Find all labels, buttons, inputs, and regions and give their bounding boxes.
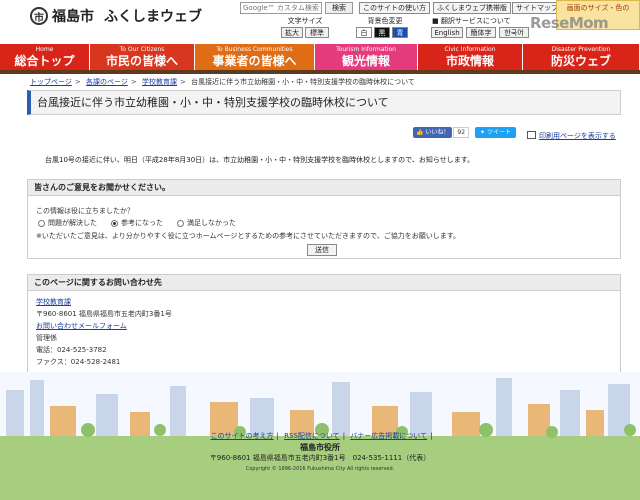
- nav-underline: [0, 70, 640, 74]
- site-logo[interactable]: 市 福島市 ふくしまウェブ: [30, 5, 202, 27]
- feedback-heading: 皆さんのご意見をお聞かせください。: [28, 180, 620, 196]
- page-title-box: 台風接近に伴う市立幼稚園・小・中・特別支援学校の臨時休校について: [27, 90, 621, 115]
- contact-fax: ファクス：024-528-2481: [36, 358, 121, 366]
- option-unsatisfied-label: 満足しなかった: [187, 219, 236, 227]
- option-helpful[interactable]: 参考になった: [111, 218, 163, 228]
- breadcrumb-depts[interactable]: 各課のページ: [86, 78, 128, 86]
- option-solved[interactable]: 問題が解決した: [38, 218, 97, 228]
- nav-item-0[interactable]: Home 総合トップ: [0, 44, 90, 70]
- footer-copyright: Copyright © 1996-2016 Fukushima City All…: [245, 466, 395, 472]
- contact-phone: 電話：024-525-3782: [36, 346, 107, 354]
- nav-item-jp: 市政情報: [445, 54, 494, 68]
- nav-item-jp: 総合トップ: [14, 54, 75, 68]
- twitter-bird-icon: ✦: [480, 129, 486, 136]
- option-unsatisfied[interactable]: 満足しなかった: [177, 218, 236, 228]
- feedback-submit-button[interactable]: 送信: [307, 244, 337, 256]
- nav-item-en: Civic Information: [444, 46, 496, 53]
- nav-item-jp: 観光情報: [341, 54, 390, 68]
- feedback-note: ※いただいたご意見は、より分かりやすく役に立つホームページとするための参考にさせ…: [36, 232, 461, 240]
- bg-blue-button[interactable]: 青: [392, 27, 408, 38]
- page-title: 台風接近に伴う市立幼稚園・小・中・特別支援学校の臨時休校について: [37, 96, 389, 109]
- nav-item-jp: 市民の皆様へ: [105, 54, 178, 68]
- lang-korean-button[interactable]: 한국어: [499, 27, 529, 38]
- feedback-panel: 皆さんのご意見をお聞かせください。 この情報は役に立ちましたか？ 問題が解決した…: [27, 179, 621, 259]
- contact-form-link[interactable]: お問い合わせメールフォーム: [36, 322, 127, 330]
- bg-color-label: 背景色変更: [367, 17, 403, 25]
- lang-english-button[interactable]: English: [431, 27, 463, 38]
- contact-section: 管理係: [36, 334, 57, 342]
- radio-helpful[interactable]: [111, 219, 118, 227]
- font-size-enlarge-button[interactable]: 拡大: [281, 27, 303, 38]
- nav-item-en: To Our Citizens: [119, 46, 165, 53]
- footer-link-policy[interactable]: このサイトの考え方: [211, 432, 274, 440]
- global-nav: Home 総合トップ To Our Citizens 市民の皆様へ To Busines…: [0, 44, 640, 70]
- nav-item-4[interactable]: Civic Information 市政情報: [418, 44, 523, 70]
- radio-solved[interactable]: [38, 219, 45, 227]
- nav-item-en: To Business Communities: [216, 46, 293, 53]
- like-count: 92: [453, 127, 470, 138]
- option-solved-label: 問題が解決した: [48, 219, 97, 227]
- translation-info-text: 翻訳サービスについて: [440, 17, 511, 25]
- font-size-standard-button[interactable]: 標準: [305, 27, 329, 38]
- mobile-site-link[interactable]: ふくしまウェブ携帯版: [433, 2, 511, 14]
- nav-item-en: Tourism Information: [336, 46, 396, 53]
- social-buttons: 👍 いいね！ 92 ✦ ツイート: [413, 127, 517, 138]
- breadcrumb-home[interactable]: トップページ: [30, 78, 72, 86]
- site-footer: このサイトの考え方 | RSS配信について | バナー広告掲載について | 福島市役所…: [180, 431, 460, 475]
- nav-item-5[interactable]: Disaster Prevention 防災ウェブ: [523, 44, 640, 70]
- contact-heading: このページに関するお問い合わせ先: [28, 275, 620, 291]
- nav-item-1[interactable]: To Our Citizens 市民の皆様へ: [90, 44, 195, 70]
- search-button[interactable]: 検索: [325, 2, 353, 14]
- like-label: いいね！: [425, 129, 450, 136]
- screen-settings-text: 画面のサイズ・色の: [566, 4, 630, 12]
- contact-dept-link[interactable]: 学校教育課: [36, 298, 71, 306]
- radio-unsatisfied[interactable]: [177, 219, 184, 227]
- contact-panel: このページに関するお問い合わせ先 学校教育課 〒960-8601 福島県福島市五…: [27, 274, 621, 380]
- nav-item-en: Home: [35, 46, 54, 53]
- nav-item-jp: 防災ウェブ: [550, 54, 611, 68]
- nav-item-3[interactable]: Tourism Information 観光情報: [315, 44, 418, 70]
- tweet-label: ツイート: [487, 129, 512, 136]
- print-link-text[interactable]: 印刷用ページを表示する: [539, 132, 616, 140]
- watermark-logo: ReseMom: [530, 14, 609, 32]
- breadcrumb-current: 台風接近に伴う市立幼稚園・小・中・特別支援学校の臨時休校について: [191, 78, 415, 86]
- footer-link-banner[interactable]: バナー広告掲載について: [350, 432, 427, 440]
- nav-item-en: Disaster Prevention: [551, 46, 611, 53]
- bg-black-button[interactable]: 黒: [374, 27, 390, 38]
- search-bar: 検索: [240, 2, 353, 14]
- footer-city-office: 福島市役所: [300, 443, 340, 452]
- search-input[interactable]: [240, 2, 322, 14]
- nav-item-jp: 事業者の皆様へ: [212, 54, 297, 68]
- footer-address: 〒960-8601 福島県福島市五老内町3番1号 024-535-1111（代表…: [209, 454, 431, 462]
- nav-item-2[interactable]: To Business Communities 事業者の皆様へ: [195, 44, 315, 70]
- lang-chinese-button[interactable]: 簡体字: [466, 27, 496, 38]
- facebook-like-button[interactable]: 👍 いいね！: [413, 127, 453, 138]
- city-emblem-icon: 市: [30, 7, 48, 25]
- site-header: 市 福島市 ふくしまウェブ 検索 このサイトの使い方 ふくしまウェブ携帯版 サイ…: [0, 0, 640, 46]
- printer-icon: [527, 131, 536, 139]
- breadcrumb-school-edu[interactable]: 学校教育課: [142, 78, 177, 86]
- feedback-options: 問題が解決した 参考になった 満足しなかった: [38, 218, 250, 228]
- feedback-question: この情報は役に立ちましたか？: [36, 207, 134, 215]
- print-page-link[interactable]: 印刷用ページを表示する: [527, 131, 616, 141]
- site-usage-link[interactable]: このサイトの使い方: [359, 2, 430, 14]
- breadcrumb: トップページ > 各課のページ > 学校教育課 > 台風接近に伴う市立幼稚園・小・中・…: [30, 78, 415, 86]
- city-name: 福島市: [52, 9, 94, 25]
- option-helpful-label: 参考になった: [121, 219, 163, 227]
- tweet-button[interactable]: ✦ ツイート: [475, 127, 517, 138]
- footer-link-rss[interactable]: RSS配信について: [284, 432, 340, 440]
- site-name: ふくしまウェブ: [104, 9, 202, 25]
- contact-address: 〒960-8601 福島県福島市五老内町3番1号: [36, 310, 172, 318]
- sitemap-link[interactable]: サイトマップ: [512, 2, 562, 14]
- footer-links: このサイトの考え方 | RSS配信について | バナー広告掲載について |: [210, 432, 433, 440]
- article-body: 台風10号の接近に伴い、明日（平成28年8月30日）は、市立幼稚園・小・中・特別…: [45, 156, 475, 164]
- font-size-label: 文字サイズ: [287, 17, 323, 25]
- bg-white-button[interactable]: 白: [356, 27, 372, 38]
- translation-info-link[interactable]: ■ 翻訳サービスについて: [432, 16, 511, 26]
